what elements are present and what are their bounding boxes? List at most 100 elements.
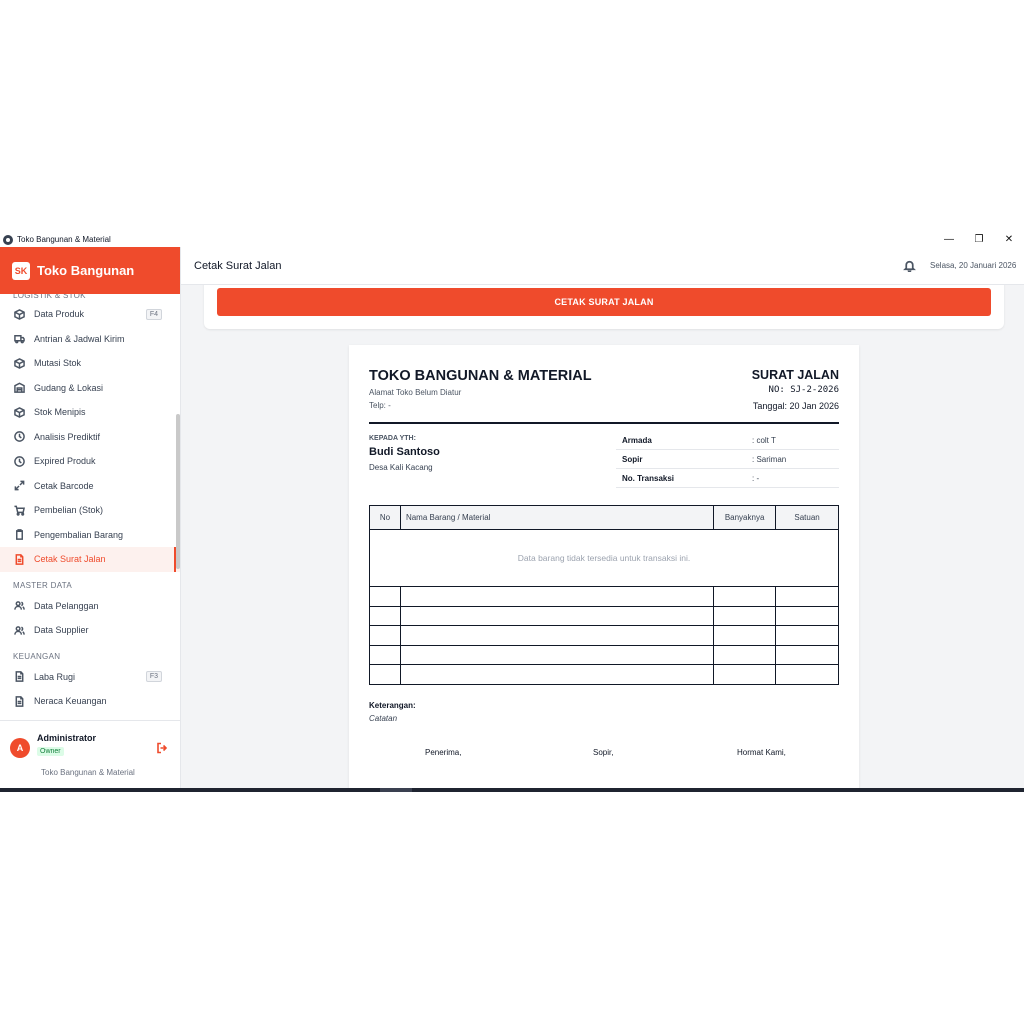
sidebar-item-label: Pembelian (Stok) — [34, 505, 104, 516]
sidebar-item-cetak-barcode[interactable]: Cetak Barcode — [0, 474, 180, 499]
sidebar-item-expired-produk[interactable]: Expired Produk — [0, 449, 180, 474]
store-phone: Telp: - — [369, 401, 391, 410]
users-icon — [13, 600, 25, 612]
items-table: No Nama Barang / Material Banyaknya Satu… — [369, 505, 839, 685]
customer-address: Desa Kali Kacang — [369, 463, 433, 472]
info-value: : - — [752, 473, 760, 483]
empty-message: Data barang tidak tersedia untuk transak… — [369, 529, 839, 587]
sidebar-item-label: Data Supplier — [34, 625, 89, 636]
sidebar-nav: LOGISTIK & STOK Data Produk F4 Antrian &… — [0, 294, 180, 720]
sidebar-item-label: Data Produk — [34, 309, 85, 320]
logout-icon[interactable] — [156, 741, 168, 754]
section-keuangan: KEUANGAN — [13, 651, 61, 661]
info-value: : Sariman — [752, 454, 787, 464]
users-icon — [13, 624, 25, 636]
page-title: Cetak Surat Jalan — [194, 260, 282, 272]
window-controls: — ❐ ✕ — [934, 232, 1024, 247]
info-row: Sopir : Sariman — [616, 450, 839, 469]
surat-jalan-document: TOKO BANGUNAN & MATERIAL Alamat Toko Bel… — [349, 345, 859, 792]
close-button[interactable]: ✕ — [994, 232, 1024, 247]
signature-hormat-kami: Hormat Kami, — [737, 748, 786, 757]
document-icon — [13, 671, 25, 683]
sidebar-item-pembelian-stok[interactable]: Pembelian (Stok) — [0, 498, 180, 523]
info-row: Armada : colt T — [616, 431, 839, 450]
table-row — [369, 644, 839, 665]
note-label: Keterangan: — [369, 701, 416, 710]
column-header-nama-barang: Nama Barang / Material — [399, 505, 715, 530]
header-date: Selasa, 20 Januari 2026 — [930, 261, 1017, 270]
box-icon — [13, 406, 25, 418]
main-content: CETAK SURAT JALAN TOKO BANGUNAN & MATERI… — [181, 285, 1024, 792]
table-header-row: No Nama Barang / Material Banyaknya Satu… — [369, 505, 839, 530]
table-row — [369, 605, 839, 626]
sidebar-item-label: Gudang & Lokasi — [34, 382, 104, 393]
table-row — [369, 625, 839, 646]
signature-sopir: Sopir, — [593, 748, 614, 757]
sidebar-item-antrian-jadwal-kirim[interactable]: Antrian & Jadwal Kirim — [0, 327, 180, 352]
restore-button[interactable]: ❐ — [964, 232, 994, 247]
column-header-no: No — [369, 505, 401, 530]
document-date: Tanggal: 20 Jan 2026 — [752, 401, 839, 411]
note-value: Catatan — [369, 714, 398, 723]
info-key: Sopir — [622, 454, 643, 464]
table-row — [369, 664, 839, 685]
info-row: No. Transaksi : - — [616, 469, 839, 488]
sidebar-item-data-produk[interactable]: Data Produk F4 — [0, 302, 180, 327]
truck-icon — [13, 333, 25, 345]
sidebar-item-data-supplier[interactable]: Data Supplier — [0, 618, 180, 643]
info-key: Armada — [622, 435, 652, 445]
warehouse-icon — [13, 382, 25, 394]
top-header: Cetak Surat Jalan Selasa, 20 Januari 202… — [181, 247, 1024, 285]
user-panel: A Administrator Owner Toko Bangunan & Ma… — [0, 720, 180, 792]
sidebar-item-analisis-prediktif[interactable]: Analisis Prediktif — [0, 425, 180, 450]
document-icon — [13, 553, 25, 565]
avatar: A — [10, 738, 30, 758]
clock-icon — [13, 455, 25, 467]
taskbar-item[interactable] — [380, 788, 412, 792]
box-icon — [13, 308, 25, 320]
sidebar-item-label: Data Pelanggan — [34, 600, 99, 611]
app-icon — [3, 234, 13, 245]
cart-icon — [13, 504, 25, 516]
sidebar-item-label: Pengembalian Barang — [34, 529, 124, 540]
shortcut-badge: F4 — [145, 308, 162, 320]
clock-icon — [13, 431, 25, 443]
box-icon — [13, 357, 25, 369]
info-key: No. Transaksi — [622, 473, 675, 483]
sidebar-item-data-pelanggan[interactable]: Data Pelanggan — [0, 594, 180, 619]
role-badge: Owner — [37, 747, 64, 756]
sidebar-item-gudang-lokasi[interactable]: Gudang & Lokasi — [0, 376, 180, 401]
document-icon — [13, 695, 25, 707]
user-name: Administrator — [37, 733, 97, 743]
sidebar-item-stok-menipis[interactable]: Stok Menipis — [0, 400, 180, 425]
print-surat-jalan-button[interactable]: CETAK SURAT JALAN — [217, 288, 991, 316]
title-bar: Toko Bangunan & Material — ❐ ✕ — [0, 232, 1024, 247]
sidebar-item-pengembalian-barang[interactable]: Pengembalian Barang — [0, 523, 180, 548]
user-store-name: Toko Bangunan & Material — [41, 768, 135, 777]
sidebar-item-laba-rugi[interactable]: Laba Rugi F3 — [0, 665, 180, 690]
toolbar-card: CETAK SURAT JALAN — [204, 285, 1004, 329]
sidebar-item-mutasi-stok[interactable]: Mutasi Stok — [0, 351, 180, 376]
store-address: Alamat Toko Belum Diatur — [369, 388, 462, 397]
sidebar-scrollbar[interactable] — [176, 414, 180, 569]
store-name: TOKO BANGUNAN & MATERIAL — [369, 368, 592, 384]
sidebar-item-cetak-surat-jalan[interactable]: Cetak Surat Jalan — [0, 547, 180, 572]
column-header-satuan: Satuan — [775, 505, 839, 530]
brand-logo: SK — [12, 261, 30, 280]
shortcut-badge: F3 — [145, 671, 162, 683]
document-title: SURAT JALAN — [751, 368, 839, 382]
table-row — [369, 586, 839, 607]
sidebar-item-label: Expired Produk — [34, 456, 96, 467]
sidebar-item-label: Cetak Barcode — [34, 480, 94, 491]
empty-row: Data barang tidak tersedia untuk transak… — [369, 529, 839, 587]
taskbar — [0, 788, 1024, 792]
minimize-button[interactable]: — — [934, 232, 964, 247]
sidebar-item-label: Cetak Surat Jalan — [34, 554, 106, 565]
section-logistik-stok: LOGISTIK & STOK — [13, 294, 86, 300]
bell-icon[interactable] — [903, 259, 917, 273]
sidebar-item-neraca-keuangan[interactable]: Neraca Keuangan — [0, 689, 180, 714]
customer-name: Budi Santoso — [369, 446, 440, 458]
sidebar-item-label: Laba Rugi — [34, 671, 76, 682]
brand-header: SK Toko Bangunan — [0, 247, 180, 294]
document-number: NO: SJ-2-2026 — [768, 385, 839, 395]
